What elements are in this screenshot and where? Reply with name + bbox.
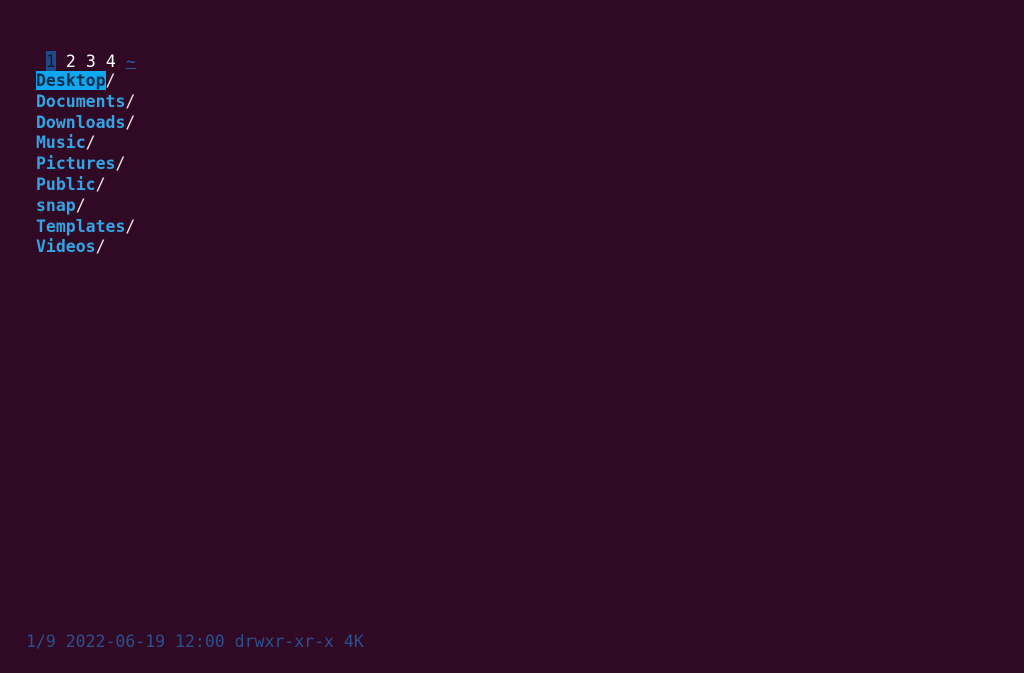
file-size: 4K bbox=[343, 632, 364, 651]
dir-name: snap bbox=[36, 195, 76, 215]
dir-name: Downloads bbox=[36, 112, 126, 132]
modified-time: 12:00 bbox=[175, 632, 225, 651]
dir-suffix: / bbox=[115, 154, 126, 174]
dir-suffix: / bbox=[125, 112, 136, 132]
dir-name: Templates bbox=[36, 216, 126, 236]
dir-suffix: / bbox=[105, 71, 116, 90]
tab-2[interactable]: 2 bbox=[66, 51, 76, 72]
list-item[interactable]: Music/ bbox=[36, 133, 135, 154]
dir-name: Desktop bbox=[36, 71, 106, 90]
list-item[interactable]: Public/ bbox=[36, 175, 135, 196]
list-item[interactable]: Downloads/ bbox=[36, 113, 135, 134]
dir-suffix: / bbox=[85, 133, 96, 153]
dir-name: Music bbox=[36, 133, 86, 153]
permissions: drwxr-xr-x bbox=[234, 632, 334, 651]
file-list: Desktop/ Documents/ Downloads/ Music/ Pi… bbox=[36, 71, 135, 258]
tab-bar: 1 2 3 4 ~ bbox=[26, 30, 146, 72]
status-bar: 1/9 2022-06-19 12:00 drwxr-xr-x 4K bbox=[26, 632, 364, 651]
list-item[interactable]: snap/ bbox=[36, 196, 135, 217]
tab-4[interactable]: 4 bbox=[106, 51, 116, 72]
modified-date: 2022-06-19 bbox=[65, 632, 166, 651]
dir-suffix: / bbox=[95, 237, 106, 257]
tab-1[interactable]: 1 bbox=[45, 51, 56, 72]
current-path-home: ~ bbox=[125, 52, 136, 71]
position-indicator: 1/9 bbox=[26, 632, 56, 651]
dir-suffix: / bbox=[95, 174, 106, 194]
list-item[interactable]: Documents/ bbox=[36, 92, 135, 113]
dir-suffix: / bbox=[125, 216, 136, 236]
list-item[interactable]: Videos/ bbox=[36, 237, 135, 258]
list-item[interactable]: Pictures/ bbox=[36, 154, 135, 175]
dir-name: Documents bbox=[36, 91, 126, 111]
dir-suffix: / bbox=[125, 91, 136, 111]
list-item[interactable]: Templates/ bbox=[36, 217, 135, 238]
dir-name: Public bbox=[36, 174, 96, 194]
tab-3[interactable]: 3 bbox=[86, 51, 96, 72]
dir-suffix: / bbox=[75, 195, 86, 215]
dir-name: Videos bbox=[36, 237, 96, 257]
list-item[interactable]: Desktop/ bbox=[36, 71, 135, 92]
dir-name: Pictures bbox=[36, 154, 116, 174]
